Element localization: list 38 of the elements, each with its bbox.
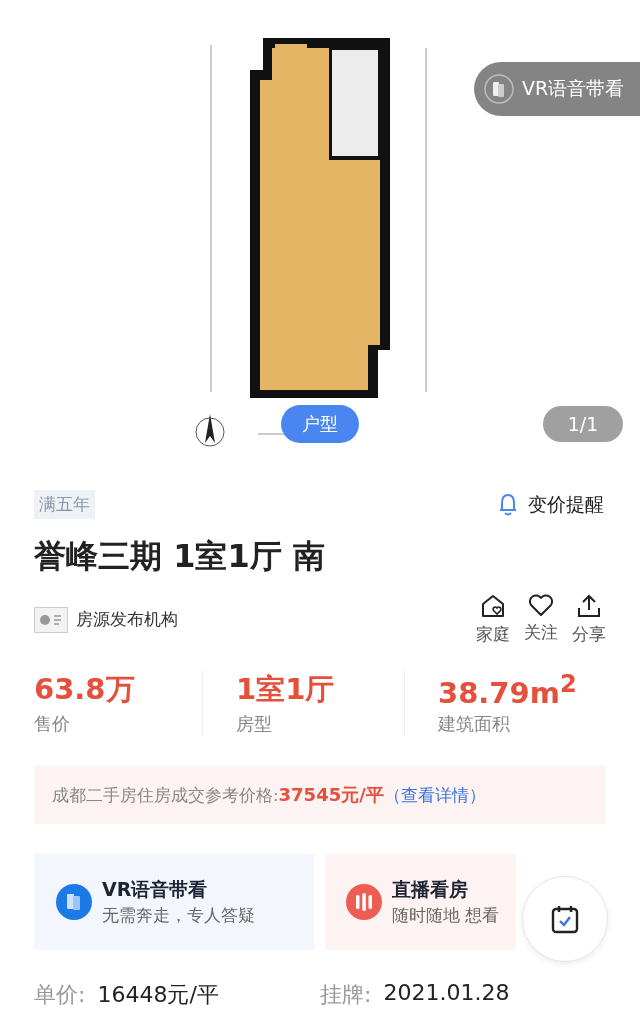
follow-button[interactable]: 关注 xyxy=(524,593,558,646)
share-icon xyxy=(576,593,602,619)
share-button[interactable]: 分享 xyxy=(572,593,606,646)
detail-label: 单价: xyxy=(34,981,86,1009)
bell-icon xyxy=(498,492,518,517)
detail-label: 挂牌: xyxy=(320,981,372,1009)
listing-title: 誉峰三期 1室1厅 南 xyxy=(34,536,326,577)
stat-label: 房型 xyxy=(236,712,273,736)
reference-price-label: 成都二手房住房成交参考价格: xyxy=(52,786,279,805)
calendar-check-icon xyxy=(551,904,579,934)
house-heart-icon xyxy=(480,593,506,619)
detail-value: 2021.01.28 xyxy=(383,980,510,1007)
vr-button[interactable]: VR语音带看 xyxy=(474,62,640,116)
live-icon xyxy=(346,884,382,920)
image-counter: 1/1 xyxy=(543,406,623,442)
panorama-icon xyxy=(484,74,514,104)
live-tour-card[interactable]: 直播看房 随时随地 想看 xyxy=(326,854,516,950)
card-title: 直播看房 xyxy=(392,877,469,902)
publisher-label: 房源发布机构 xyxy=(76,608,178,631)
detail-value: 16448元/平 xyxy=(97,981,219,1009)
vr-icon xyxy=(56,884,92,920)
price-alert-button[interactable]: 变价提醒 xyxy=(498,491,604,518)
details-link[interactable]: （查看详情） xyxy=(383,786,486,805)
family-button[interactable]: 家庭 xyxy=(476,593,510,646)
stat-label: 售价 xyxy=(34,712,71,736)
card-title: VR语音带看 xyxy=(102,877,209,902)
stat-value: 1室1厅 xyxy=(236,671,336,708)
reference-price-value: 37545元/平 xyxy=(278,784,384,805)
stat-value: 63.8万 xyxy=(34,671,136,708)
heart-icon xyxy=(528,593,554,617)
stat-label: 建筑面积 xyxy=(438,711,511,736)
agency-icon xyxy=(34,606,68,633)
stat-value: 38.79m$^{2}$ xyxy=(438,670,578,710)
gallery-tab[interactable]: 户型 xyxy=(281,405,359,443)
card-subtitle: 无需奔走，专人答疑 xyxy=(102,905,255,927)
vr-tour-card[interactable]: VR语音带看 无需奔走，专人答疑 xyxy=(34,854,314,950)
tag: 满五年 xyxy=(34,490,95,519)
card-subtitle: 随时随地 想看 xyxy=(392,905,500,927)
